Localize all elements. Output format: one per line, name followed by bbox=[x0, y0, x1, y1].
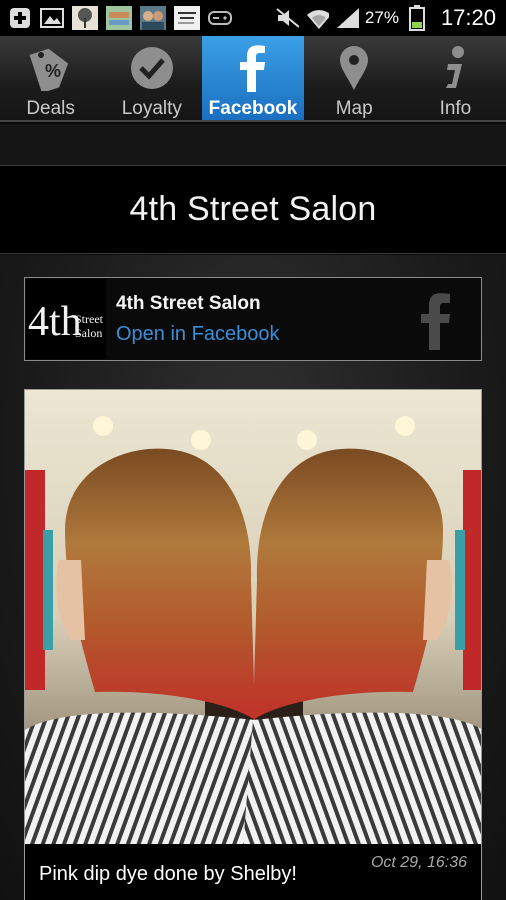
text-app-icon bbox=[174, 6, 200, 30]
status-bar: 27% 17:20 bbox=[0, 0, 506, 36]
game-controller-icon bbox=[208, 6, 232, 30]
tab-deals[interactable]: % Deals bbox=[0, 36, 101, 120]
tree-app-icon bbox=[72, 6, 98, 30]
check-badge-icon bbox=[127, 44, 177, 92]
signal-icon bbox=[335, 6, 359, 30]
facebook-post[interactable]: Pink dip dye done by Shelby! Oct 29, 16:… bbox=[24, 389, 482, 900]
clock: 17:20 bbox=[440, 5, 496, 30]
tab-loyalty[interactable]: Loyalty bbox=[101, 36, 202, 120]
salon-logo: 4th Street Salon bbox=[26, 279, 106, 359]
tab-map[interactable]: Map bbox=[304, 36, 405, 120]
facebook-page-name: 4th Street Salon bbox=[116, 292, 261, 314]
battery-percent: 27% bbox=[364, 8, 399, 27]
mute-icon bbox=[275, 6, 299, 30]
battery-icon bbox=[405, 5, 429, 31]
tab-label: Deals bbox=[26, 98, 75, 119]
page-title: 4th Street Salon bbox=[129, 190, 377, 228]
facebook-page-card[interactable]: 4th Street Salon 4th Street Salon Open i… bbox=[24, 277, 482, 361]
logo-big-text: 4th bbox=[28, 299, 82, 345]
photo-app-icon bbox=[106, 6, 132, 30]
percent-tag-icon: % bbox=[26, 44, 76, 92]
image-notification-icon bbox=[40, 6, 64, 30]
info-icon bbox=[430, 44, 480, 92]
tab-label: Loyalty bbox=[121, 98, 182, 119]
tab-label: Info bbox=[439, 98, 472, 119]
post-caption-bar: Pink dip dye done by Shelby! Oct 29, 16:… bbox=[25, 844, 481, 900]
facebook-icon bbox=[419, 292, 453, 355]
logo-small-text-1: Street bbox=[75, 312, 104, 326]
svg-text:%: % bbox=[45, 61, 61, 81]
tab-bar: % Deals Loyalty Facebook Map Info bbox=[0, 36, 506, 122]
tab-label: Map bbox=[335, 98, 373, 119]
open-in-facebook-link[interactable]: Open in Facebook bbox=[116, 323, 279, 346]
toolbar-strip bbox=[0, 124, 506, 166]
people-app-icon bbox=[140, 6, 166, 30]
title-bar: 4th Street Salon bbox=[0, 166, 506, 254]
post-caption: Pink dip dye done by Shelby! bbox=[39, 862, 297, 885]
logo-small-text-2: Salon bbox=[75, 326, 102, 340]
post-date: Oct 29, 16:36 bbox=[370, 854, 467, 871]
tab-label: Facebook bbox=[208, 98, 298, 119]
main-content[interactable]: 4th Street Salon 4th Street Salon Open i… bbox=[0, 255, 506, 900]
tab-info[interactable]: Info bbox=[405, 36, 506, 120]
map-pin-icon bbox=[329, 44, 379, 92]
facebook-icon bbox=[228, 44, 278, 92]
plus-notification-icon bbox=[8, 6, 32, 30]
post-photo[interactable] bbox=[25, 390, 482, 846]
wifi-icon bbox=[305, 6, 329, 30]
tab-facebook[interactable]: Facebook bbox=[202, 36, 304, 120]
